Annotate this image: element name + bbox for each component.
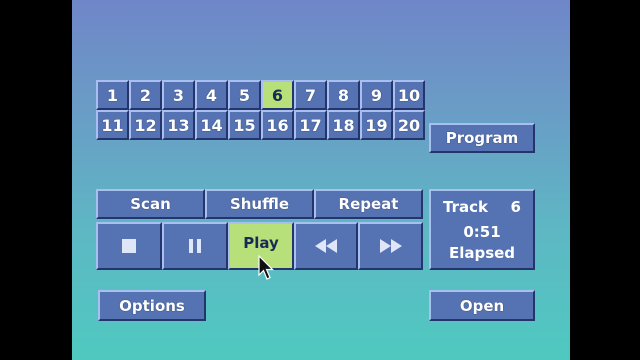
track-button-8[interactable]: 8 — [327, 80, 360, 110]
options-button[interactable]: Options — [98, 290, 206, 321]
track-button-6[interactable]: 6 — [261, 80, 294, 110]
track-button-9[interactable]: 9 — [360, 80, 393, 110]
status-panel: Track 6 0:51 Elapsed — [429, 189, 535, 270]
shuffle-button[interactable]: Shuffle — [205, 189, 314, 219]
mouse-pointer-icon — [258, 255, 274, 280]
cd-player-window: 1 2 3 4 5 6 7 8 9 10 11 12 13 14 15 16 17 18 19 20 Program … — [72, 0, 570, 360]
track-button-19[interactable]: 19 — [360, 110, 393, 140]
fast-forward-button[interactable] — [358, 222, 423, 270]
track-button-4[interactable]: 4 — [195, 80, 228, 110]
track-label: Track — [443, 198, 489, 216]
track-button-18[interactable]: 18 — [327, 110, 360, 140]
open-button[interactable]: Open — [429, 290, 535, 321]
repeat-button[interactable]: Repeat — [314, 189, 423, 219]
track-button-15[interactable]: 15 — [228, 110, 261, 140]
fast-forward-icon — [379, 239, 402, 253]
rewind-icon — [315, 239, 337, 253]
track-button-7[interactable]: 7 — [294, 80, 327, 110]
track-button-20[interactable]: 20 — [393, 110, 425, 140]
time-display: 0:51 — [463, 223, 501, 241]
track-button-11[interactable]: 11 — [96, 110, 129, 140]
track-button-13[interactable]: 13 — [162, 110, 195, 140]
track-button-1[interactable]: 1 — [96, 80, 129, 110]
track-button-16[interactable]: 16 — [261, 110, 294, 140]
track-button-14[interactable]: 14 — [195, 110, 228, 140]
rewind-button[interactable] — [294, 222, 358, 270]
track-number: 6 — [510, 198, 521, 216]
scan-button[interactable]: Scan — [96, 189, 205, 219]
pause-icon — [189, 239, 201, 253]
program-button[interactable]: Program — [429, 123, 535, 153]
track-line: Track 6 — [431, 198, 533, 216]
pause-button[interactable] — [162, 222, 228, 270]
track-button-3[interactable]: 3 — [162, 80, 195, 110]
stop-icon — [122, 239, 136, 253]
time-mode-label: Elapsed — [448, 244, 516, 262]
track-button-5[interactable]: 5 — [228, 80, 261, 110]
track-button-17[interactable]: 17 — [294, 110, 327, 140]
track-button-10[interactable]: 10 — [393, 80, 425, 110]
stop-button[interactable] — [96, 222, 162, 270]
track-button-2[interactable]: 2 — [129, 80, 162, 110]
track-button-12[interactable]: 12 — [129, 110, 162, 140]
